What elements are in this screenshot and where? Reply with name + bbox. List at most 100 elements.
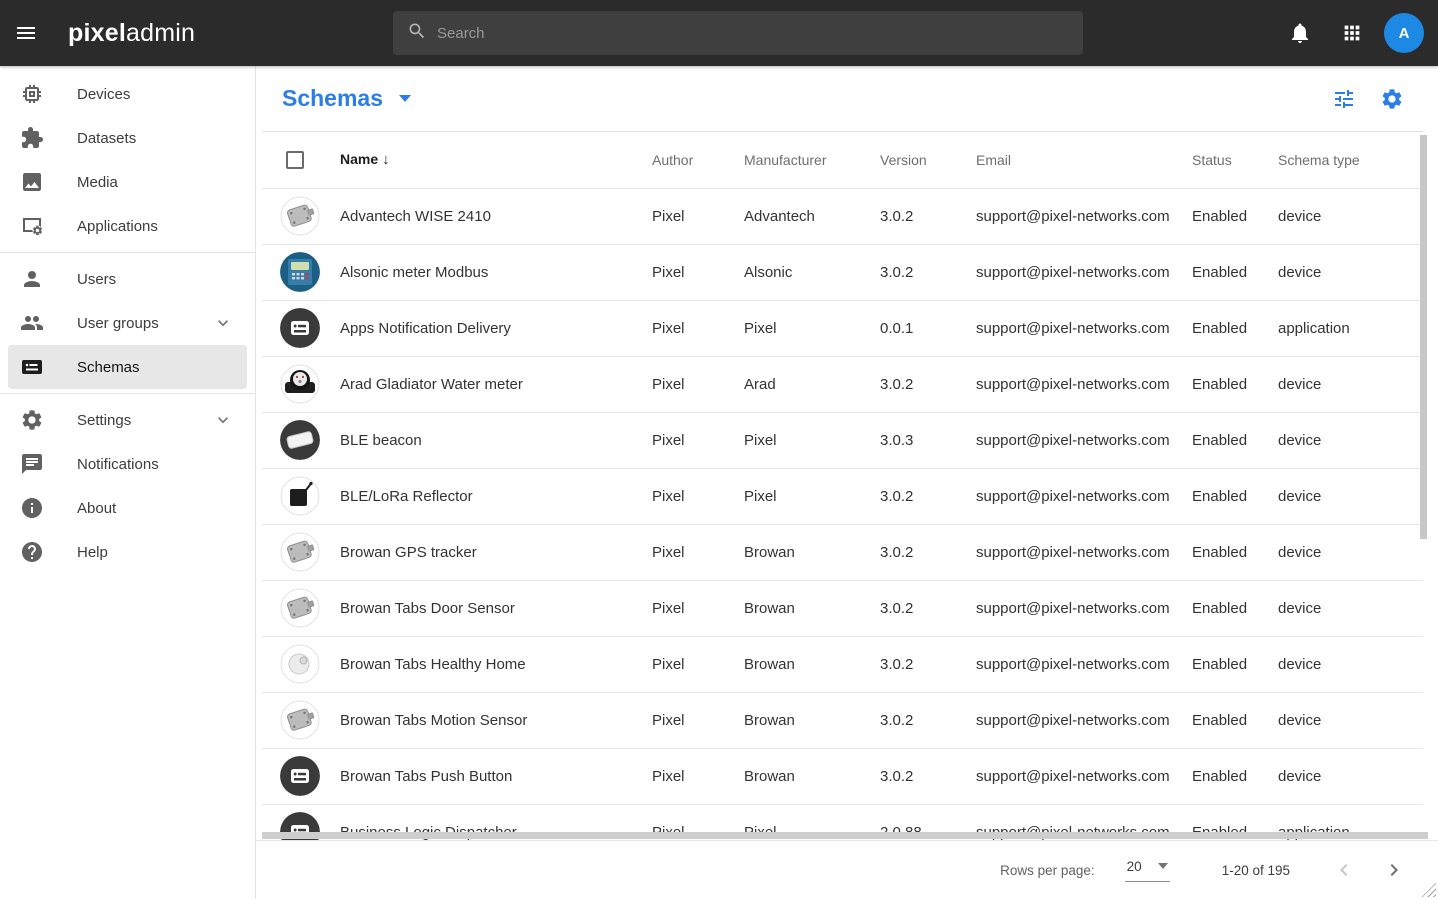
table-row[interactable]: Advantech WISE 2410PixelAdvantech3.0.2su…	[262, 188, 1423, 244]
table-settings-gear-icon[interactable]	[1372, 79, 1412, 119]
rows-per-page-label: Rows per page:	[1000, 863, 1095, 878]
cell-version: 3.0.2	[880, 244, 976, 300]
cell-name: Browan Tabs Healthy Home	[340, 636, 652, 692]
cell-author: Pixel	[652, 188, 744, 244]
search-input[interactable]	[437, 25, 1069, 42]
cell-author: Pixel	[652, 412, 744, 468]
page-header: Schemas	[256, 66, 1438, 131]
table-row[interactable]: Browan GPS trackerPixelBrowan3.0.2suppor…	[262, 524, 1423, 580]
cell-status: Enabled	[1192, 580, 1278, 636]
menu-hamburger-icon[interactable]	[6, 13, 46, 53]
app-logo: pixeladmin	[68, 19, 195, 48]
cell-author: Pixel	[652, 468, 744, 524]
table-row[interactable]: Browan Tabs Motion SensorPixelBrowan3.0.…	[262, 692, 1423, 748]
sidebar-item-label: Media	[77, 174, 118, 191]
row-icon-cell	[262, 748, 340, 804]
table-row[interactable]: Browan Tabs Healthy HomePixelBrowan3.0.2…	[262, 636, 1423, 692]
sidebar-item-label: Datasets	[77, 130, 136, 147]
sidebar-item-datasets[interactable]: Datasets	[8, 116, 247, 160]
sidebar-item-media[interactable]: Media	[8, 160, 247, 204]
column-header-manufacturer[interactable]: Manufacturer	[744, 132, 880, 188]
sidebar-item-notifications[interactable]: Notifications	[8, 442, 247, 486]
table-row[interactable]: BLE beaconPixelPixel3.0.3support@pixel-n…	[262, 412, 1423, 468]
table-row[interactable]: Browan Tabs Door SensorPixelBrowan3.0.2s…	[262, 580, 1423, 636]
schemas-table: Name↓ Author Manufacturer Version Email …	[262, 131, 1423, 840]
sidebar-divider	[0, 252, 255, 253]
table-toolbar	[1316, 79, 1412, 119]
sidebar-item-label: Settings	[77, 412, 131, 429]
watermeter-black-icon	[280, 364, 320, 404]
row-icon-cell	[262, 636, 340, 692]
sidebar-item-schemas[interactable]: Schemas	[8, 345, 247, 389]
cell-status: Enabled	[1192, 468, 1278, 524]
search-box[interactable]	[393, 11, 1083, 55]
cell-schema-type: device	[1278, 636, 1423, 692]
rows-per-page-select[interactable]: 20	[1125, 859, 1170, 882]
chip-icon	[20, 82, 44, 106]
notifications-bell-icon[interactable]	[1280, 13, 1320, 53]
previous-page-chevron-icon[interactable]	[1326, 852, 1362, 888]
sidebar-item-devices[interactable]: Devices	[8, 72, 247, 116]
cell-name: Apps Notification Delivery	[340, 300, 652, 356]
cell-version: 3.0.2	[880, 748, 976, 804]
main-content: Schemas Name↓ Aut	[256, 66, 1438, 899]
cell-version: 3.0.2	[880, 188, 976, 244]
select-caret-icon	[1158, 863, 1168, 869]
sidebar-item-label: Help	[77, 544, 108, 561]
next-page-chevron-icon[interactable]	[1376, 852, 1412, 888]
filter-tune-icon[interactable]	[1324, 79, 1364, 119]
sidebar-item-label: Schemas	[77, 359, 140, 376]
user-avatar[interactable]: A	[1384, 13, 1424, 53]
vertical-scrollbar[interactable]	[1420, 135, 1427, 539]
avatar-initial: A	[1399, 25, 1410, 42]
logo-bold-part: pixel	[68, 19, 126, 47]
row-icon-cell	[262, 356, 340, 412]
cell-manufacturer: Browan	[744, 748, 880, 804]
sidebar-item-help[interactable]: Help	[8, 530, 247, 574]
cell-status: Enabled	[1192, 244, 1278, 300]
image-icon	[20, 170, 44, 194]
cell-name: Browan Tabs Motion Sensor	[340, 692, 652, 748]
cell-name: Browan Tabs Door Sensor	[340, 580, 652, 636]
column-header-schema-type[interactable]: Schema type	[1278, 132, 1423, 188]
cell-name: BLE beacon	[340, 412, 652, 468]
sidebar-item-users[interactable]: Users	[8, 257, 247, 301]
column-label: Email	[976, 152, 1011, 168]
cell-name: Advantech WISE 2410	[340, 188, 652, 244]
cell-schema-type: device	[1278, 356, 1423, 412]
column-header-name[interactable]: Name↓	[340, 132, 652, 188]
cell-status: Enabled	[1192, 300, 1278, 356]
column-header-version[interactable]: Version	[880, 132, 976, 188]
table-row[interactable]: BLE/LoRa ReflectorPixelPixel3.0.2support…	[262, 468, 1423, 524]
cell-email: support@pixel-networks.com	[976, 412, 1192, 468]
column-header-author[interactable]: Author	[652, 132, 744, 188]
info-icon	[20, 496, 44, 520]
sidebar-item-label: Applications	[77, 218, 158, 235]
page-title-dropdown[interactable]: Schemas	[282, 85, 411, 112]
cell-manufacturer: Pixel	[744, 300, 880, 356]
apps-grid-icon[interactable]	[1332, 13, 1372, 53]
cell-version: 3.0.3	[880, 412, 976, 468]
table-row[interactable]: Arad Gladiator Water meterPixelArad3.0.2…	[262, 356, 1423, 412]
row-icon-cell	[262, 468, 340, 524]
table-row[interactable]: Alsonic meter ModbusPixelAlsonic3.0.2sup…	[262, 244, 1423, 300]
sidebar-item-applications[interactable]: Applications	[8, 204, 247, 248]
cell-manufacturer: Alsonic	[744, 244, 880, 300]
row-icon-cell	[262, 244, 340, 300]
column-header-status[interactable]: Status	[1192, 132, 1278, 188]
cell-schema-type: device	[1278, 692, 1423, 748]
sidebar-item-settings[interactable]: Settings	[8, 398, 247, 442]
cell-name: Arad Gladiator Water meter	[340, 356, 652, 412]
cell-email: support@pixel-networks.com	[976, 468, 1192, 524]
cell-manufacturer: Pixel	[744, 468, 880, 524]
horizontal-scrollbar[interactable]	[262, 832, 1428, 839]
cell-manufacturer: Arad	[744, 356, 880, 412]
select-all-checkbox[interactable]	[286, 151, 304, 169]
cell-manufacturer: Advantech	[744, 188, 880, 244]
table-row[interactable]: Apps Notification DeliveryPixelPixel0.0.…	[262, 300, 1423, 356]
table-row[interactable]: Browan Tabs Push ButtonPixelBrowan3.0.2s…	[262, 748, 1423, 804]
sidebar-item-user-groups[interactable]: User groups	[8, 301, 247, 345]
column-header-email[interactable]: Email	[976, 132, 1192, 188]
sidebar-item-about[interactable]: About	[8, 486, 247, 530]
page-title: Schemas	[282, 85, 383, 112]
